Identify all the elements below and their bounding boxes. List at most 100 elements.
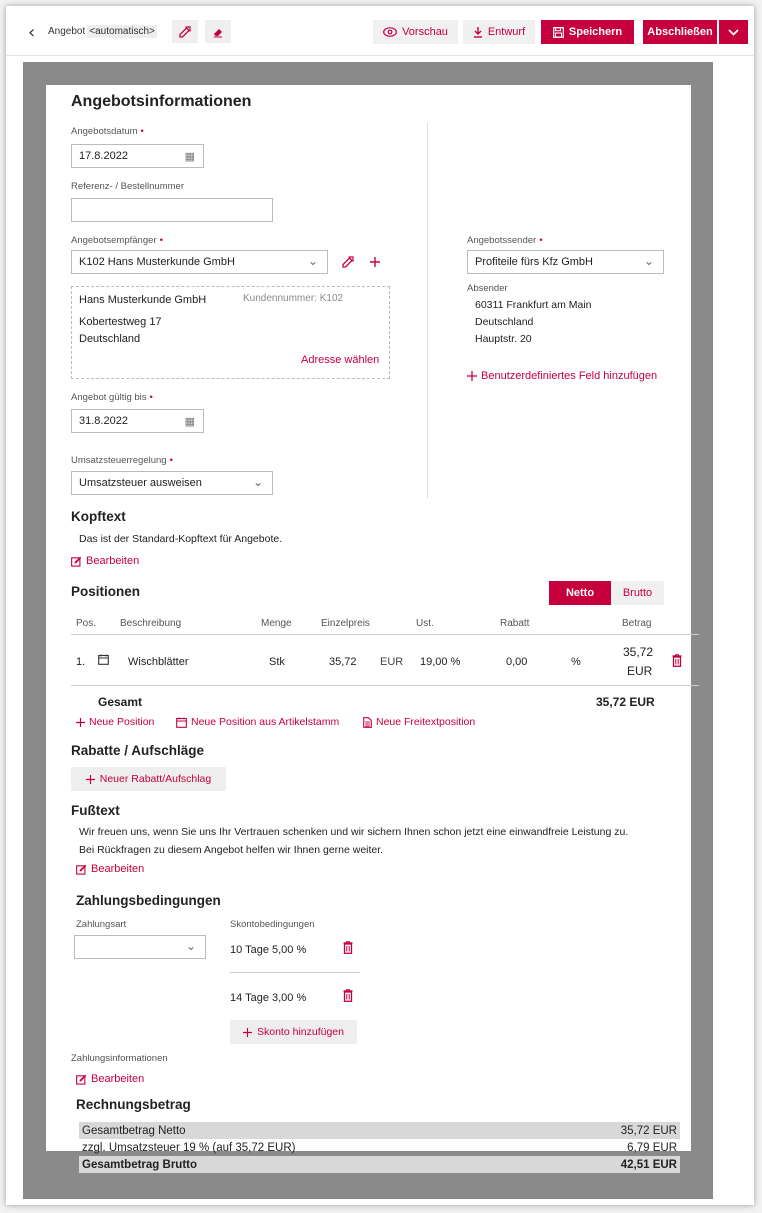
invoice-heading: Rechnungsbetrag bbox=[76, 1097, 191, 1112]
plus-icon bbox=[76, 717, 85, 727]
preview-label: Vorschau bbox=[402, 26, 448, 38]
edit-title-button[interactable] bbox=[172, 20, 198, 43]
back-arrow-icon[interactable]: ‹ bbox=[28, 24, 35, 42]
trash-icon[interactable] bbox=[343, 941, 353, 954]
row-desc[interactable]: Wischblätter bbox=[128, 656, 189, 668]
row-amount-currency: EUR bbox=[627, 664, 653, 678]
row-discount-unit: % bbox=[571, 656, 581, 668]
article-icon[interactable] bbox=[98, 654, 109, 665]
valid-until-field[interactable]: 31.8.2022 ▦ bbox=[71, 409, 204, 433]
fusstext-line-2: Bei Rückfragen zu diesem Angebot helfen … bbox=[79, 844, 384, 856]
absender-line-2: Deutschland bbox=[475, 316, 534, 328]
kopftext-edit-link[interactable]: Bearbeiten bbox=[71, 555, 139, 567]
invoice-row-gross: Gesamtbetrag Brutto 42,51 EUR bbox=[79, 1156, 680, 1173]
save-button[interactable]: Speichern bbox=[541, 20, 634, 44]
ref-label: Referenz- / Bestellnummer bbox=[71, 181, 184, 192]
discounts-heading: Rabatte / Aufschläge bbox=[71, 743, 205, 758]
add-custom-field-link[interactable]: Benutzerdefiniertes Feld hinzufügen bbox=[467, 370, 657, 382]
chevron-down-icon bbox=[728, 28, 739, 36]
edit-recipient-icon[interactable] bbox=[342, 256, 354, 268]
fusstext-edit-link[interactable]: Bearbeiten bbox=[76, 863, 144, 875]
invoice-row-net: Gesamtbetrag Netto 35,72 EUR bbox=[79, 1122, 680, 1139]
address-name: Hans Musterkunde GmbH bbox=[79, 294, 207, 306]
col-qty: Menge bbox=[261, 618, 292, 629]
trash-icon[interactable] bbox=[672, 654, 682, 667]
finish-dropdown-button[interactable] bbox=[719, 20, 748, 44]
page-title: Angebot <automatisch> bbox=[48, 25, 157, 38]
column-divider bbox=[427, 123, 428, 498]
chevron-down-icon: ⌄ bbox=[185, 939, 196, 953]
title-prefix: Angebot bbox=[48, 26, 86, 37]
fusstext-heading: Fußtext bbox=[71, 803, 120, 818]
payment-info-edit-link[interactable]: Bearbeiten bbox=[76, 1073, 144, 1085]
draft-label: Entwurf bbox=[487, 26, 526, 38]
preview-button[interactable]: Vorschau bbox=[373, 20, 458, 44]
col-desc: Beschreibung bbox=[120, 618, 182, 629]
address-country: Deutschland bbox=[79, 333, 141, 345]
col-pos: Pos. bbox=[76, 618, 97, 629]
total-label: Gesamt bbox=[98, 695, 143, 709]
col-amount: Betrag bbox=[622, 618, 652, 629]
draft-button[interactable]: Entwurf bbox=[463, 20, 535, 44]
absender-line-1: 60311 Frankfurt am Main bbox=[475, 299, 592, 311]
article-icon bbox=[176, 717, 187, 728]
payment-type-select[interactable]: ⌄ bbox=[74, 935, 206, 959]
sender-value: Profiteile fürs Kfz GmbH bbox=[475, 256, 593, 268]
top-toolbar: ‹ Angebot <automatisch> Vorschau Entwurf… bbox=[6, 6, 754, 56]
chevron-down-icon: ⌄ bbox=[252, 475, 263, 489]
recipient-select[interactable]: K102 Hans Musterkunde GmbH ⌄ bbox=[71, 250, 328, 274]
row-currency: EUR bbox=[380, 656, 404, 668]
new-position-link[interactable]: Neue Position bbox=[76, 716, 154, 728]
save-label: Speichern bbox=[568, 26, 623, 38]
invoice-row-vat: zzgl. Umsatzsteuer 19 % (auf 35,72 EUR) … bbox=[82, 1141, 677, 1154]
tax-select[interactable]: Umsatzsteuer ausweisen ⌄ bbox=[71, 471, 273, 495]
skonto-label: Skontobedingungen bbox=[230, 919, 315, 930]
skonto-item-1[interactable]: 10 Tage 5,00 % bbox=[230, 944, 306, 956]
row-unit-price[interactable]: 35,72 bbox=[329, 656, 357, 668]
table-row-divider bbox=[71, 685, 699, 686]
new-freetext-position-link[interactable]: Neue Freitextposition bbox=[363, 716, 475, 728]
erase-button[interactable] bbox=[205, 20, 231, 43]
app-window: ‹ Angebot <automatisch> Vorschau Entwurf… bbox=[6, 6, 754, 1205]
calendar-icon[interactable]: ▦ bbox=[185, 415, 195, 428]
absender-line-3: Hauptstr. 20 bbox=[475, 333, 532, 345]
add-recipient-icon[interactable] bbox=[370, 257, 380, 267]
skonto-item-2[interactable]: 14 Tage 3,00 % bbox=[230, 992, 306, 1004]
finish-button[interactable]: Abschließen bbox=[643, 20, 717, 44]
document-icon bbox=[363, 716, 372, 728]
choose-address-link[interactable]: Adresse wählen bbox=[301, 354, 379, 366]
row-amount: 35,72 bbox=[623, 645, 654, 659]
customer-number: Kundennummer: K102 bbox=[243, 293, 344, 304]
reference-input[interactable] bbox=[71, 198, 273, 222]
add-discount-button[interactable]: Neuer Rabatt/Aufschlag bbox=[71, 767, 226, 791]
row-pos: 1. bbox=[76, 656, 86, 668]
date-field[interactable]: 17.8.2022 ▦ bbox=[71, 144, 204, 168]
download-icon bbox=[473, 27, 482, 38]
sender-select[interactable]: Profiteile fürs Kfz GmbH ⌄ bbox=[467, 250, 664, 274]
calendar-icon[interactable]: ▦ bbox=[185, 150, 195, 163]
kopftext-text: Das ist der Standard-Kopftext für Angebo… bbox=[79, 533, 283, 545]
tax-value: Umsatzsteuer ausweisen bbox=[79, 477, 202, 489]
eye-icon bbox=[383, 27, 397, 37]
new-position-from-articles-link[interactable]: Neue Position aus Artikelstamm bbox=[176, 716, 339, 728]
title-auto-number: <automatisch> bbox=[87, 25, 157, 38]
col-unit-price: Einzelpreis bbox=[321, 618, 370, 629]
table-header-divider bbox=[71, 634, 699, 635]
edit-icon bbox=[76, 864, 87, 875]
eraser-icon bbox=[214, 28, 222, 37]
tax-label: Umsatzsteuerregelung • bbox=[71, 455, 173, 466]
row-qty-unit[interactable]: Stk bbox=[269, 656, 285, 668]
positions-heading: Positionen bbox=[71, 584, 141, 599]
net-gross-toggle[interactable]: Netto Brutto bbox=[549, 581, 664, 605]
payment-heading: Zahlungsbedingungen bbox=[76, 893, 221, 908]
kopftext-heading: Kopftext bbox=[71, 509, 126, 524]
sender-label: Angebotssender • bbox=[467, 235, 543, 246]
plus-icon bbox=[467, 371, 477, 381]
row-discount[interactable]: 0,00 bbox=[506, 656, 527, 668]
add-skonto-button[interactable]: Skonto hinzufügen bbox=[230, 1020, 357, 1044]
toggle-brutto[interactable]: Brutto bbox=[611, 581, 664, 605]
toggle-netto[interactable]: Netto bbox=[549, 581, 611, 605]
row-vat[interactable]: 19,00 % bbox=[420, 656, 460, 668]
trash-icon[interactable] bbox=[343, 989, 353, 1002]
edit-icon bbox=[76, 1074, 87, 1085]
